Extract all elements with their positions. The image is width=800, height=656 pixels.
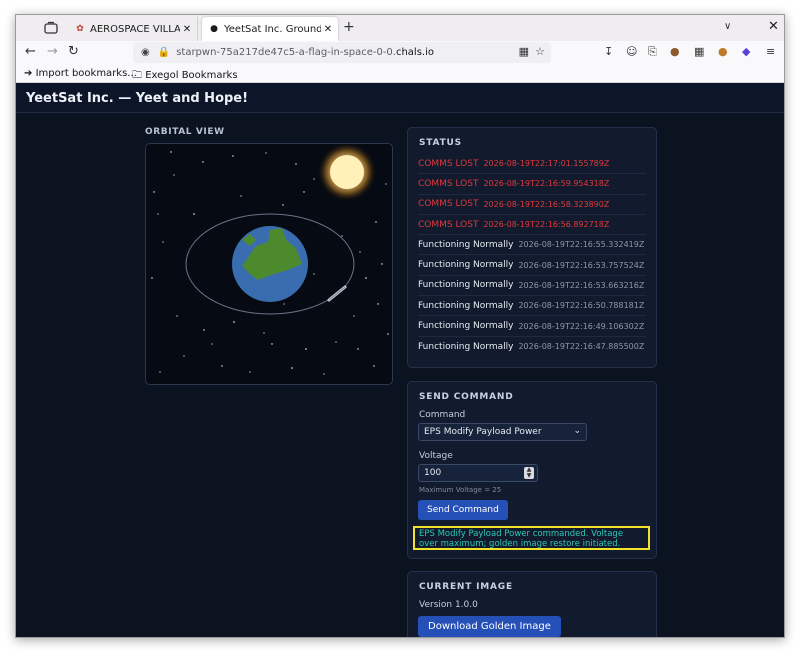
downloads-icon[interactable]: ↧ xyxy=(604,45,613,58)
aerospace-favicon-icon: ✿ xyxy=(76,24,84,34)
reload-icon[interactable]: ↻ xyxy=(68,44,79,59)
extension-puzzle-icon[interactable]: ⎘ xyxy=(648,45,657,59)
voltage-hint: Maximum Voltage = 25 xyxy=(419,486,502,494)
command-label: Command xyxy=(419,410,466,420)
bookmark-import[interactable]: ➔ Import bookmarks... xyxy=(24,68,137,79)
current-image-title: CURRENT IMAGE xyxy=(419,582,513,592)
menu-hamburger-icon[interactable]: ≡ xyxy=(766,45,775,58)
send-command-title: SEND COMMAND xyxy=(419,392,514,402)
status-row: Functioning Normally 2026-08-19T22:16:53.… xyxy=(418,255,646,276)
tab-aerospace-village[interactable]: ✿ AEROSPACE VILLAGE S ✕ xyxy=(68,17,198,41)
status-row: COMMS LOST 2026-08-19T22:16:56.892718Z xyxy=(418,215,646,236)
cookie-editor-icon[interactable]: ● xyxy=(718,45,728,58)
orbital-scene xyxy=(151,144,389,375)
bookmark-star-icon[interactable]: ☆ xyxy=(535,45,545,58)
voltage-label: Voltage xyxy=(419,451,453,461)
back-arrow-icon[interactable]: ← xyxy=(25,44,36,59)
tab-list-chevron-icon[interactable]: ∨ xyxy=(724,21,731,32)
extensions-grid-icon[interactable]: ▦ xyxy=(519,45,529,58)
tab-overview-icon[interactable] xyxy=(43,21,59,35)
status-row: Functioning Normally 2026-08-19T22:16:55.… xyxy=(418,235,646,256)
status-row: Functioning Normally 2026-08-19T22:16:49.… xyxy=(418,316,646,337)
tab-title: AEROSPACE VILLAGE S xyxy=(90,23,180,35)
navigation-bar: ← → ↻ ◉ 🔒 starpwn-75a217de47c5-a-flag-in… xyxy=(16,41,784,65)
extension-diamond-icon[interactable]: ◆ xyxy=(742,45,750,58)
orbital-view-canvas xyxy=(145,143,393,385)
status-row: Functioning Normally 2026-08-19T22:16:50.… xyxy=(418,296,646,317)
send-command-button[interactable]: Send Command xyxy=(418,500,508,520)
site-info-icon[interactable]: ◉ xyxy=(141,47,150,58)
status-panel: STATUS COMMS LOST 2026-08-19T22:17:01.155… xyxy=(407,127,657,368)
command-result-message: EPS Modify Payload Power commanded. Volt… xyxy=(413,526,650,550)
url-bar[interactable]: ◉ 🔒 starpwn-75a217de47c5-a-flag-in-space… xyxy=(133,42,551,63)
import-icon: ➔ xyxy=(24,68,33,79)
status-row: COMMS LOST 2026-08-19T22:16:59.954318Z xyxy=(418,174,646,195)
send-command-panel: SEND COMMAND Command EPS Modify Payload … xyxy=(407,381,657,559)
tab-strip: ✿ AEROSPACE VILLAGE S ✕ ● YeetSat Inc. G… xyxy=(16,15,784,41)
chevron-down-icon: ⌄ xyxy=(573,426,581,436)
status-list: COMMS LOST 2026-08-19T22:17:01.155789Z CO… xyxy=(408,154,656,357)
forward-arrow-icon[interactable]: → xyxy=(47,44,58,59)
image-version: Version 1.0.0 xyxy=(419,600,478,610)
app-title: YeetSat Inc. — Yeet and Hope! xyxy=(16,83,784,113)
tab-yeetsat[interactable]: ● YeetSat Inc. Ground St ✕ xyxy=(202,17,338,41)
browser-window: ✿ AEROSPACE VILLAGE S ✕ ● YeetSat Inc. G… xyxy=(15,14,785,638)
page-content: YeetSat Inc. — Yeet and Hope! ORBITAL VI… xyxy=(16,83,784,637)
tab-close-icon[interactable]: ✕ xyxy=(180,24,194,35)
apps-grid-icon[interactable]: ▦ xyxy=(694,45,704,58)
status-row: Functioning Normally 2026-08-19T22:16:47.… xyxy=(418,341,645,352)
download-golden-image-button[interactable]: Download Golden Image xyxy=(418,616,561,637)
yeetsat-favicon-icon: ● xyxy=(210,24,218,34)
url-text: starpwn-75a217de47c5-a-flag-in-space-0-0… xyxy=(176,47,434,58)
status-title: STATUS xyxy=(419,138,462,148)
status-row: COMMS LOST 2026-08-19T22:17:01.155789Z xyxy=(418,154,646,175)
cookie-icon[interactable]: ● xyxy=(670,45,680,58)
tab-title: YeetSat Inc. Ground St xyxy=(224,23,321,35)
bookmarks-bar: ➔ Import bookmarks... 🗀 Exegol Bookmarks xyxy=(16,65,784,83)
status-row: Functioning Normally 2026-08-19T22:16:53.… xyxy=(418,276,646,297)
new-tab-button[interactable]: + xyxy=(343,19,355,35)
account-icon[interactable]: ☺ xyxy=(626,45,637,58)
orbital-view-title: ORBITAL VIEW xyxy=(145,127,225,137)
current-image-panel: CURRENT IMAGE Version 1.0.0 Download Gol… xyxy=(407,571,657,637)
spinner-icon[interactable]: ▲ ▼ xyxy=(524,467,534,479)
tab-close-icon[interactable]: ✕ xyxy=(321,24,335,35)
voltage-input[interactable]: 100 ▲ ▼ xyxy=(418,464,538,482)
command-select[interactable]: EPS Modify Payload Power ⌄ xyxy=(418,423,587,441)
sun xyxy=(330,155,364,189)
lock-icon[interactable]: 🔒 xyxy=(158,47,170,58)
window-close-icon[interactable]: ✕ xyxy=(768,19,779,34)
status-row: COMMS LOST 2026-08-19T22:16:58.323890Z xyxy=(418,195,646,215)
folder-icon: 🗀 xyxy=(132,70,142,81)
